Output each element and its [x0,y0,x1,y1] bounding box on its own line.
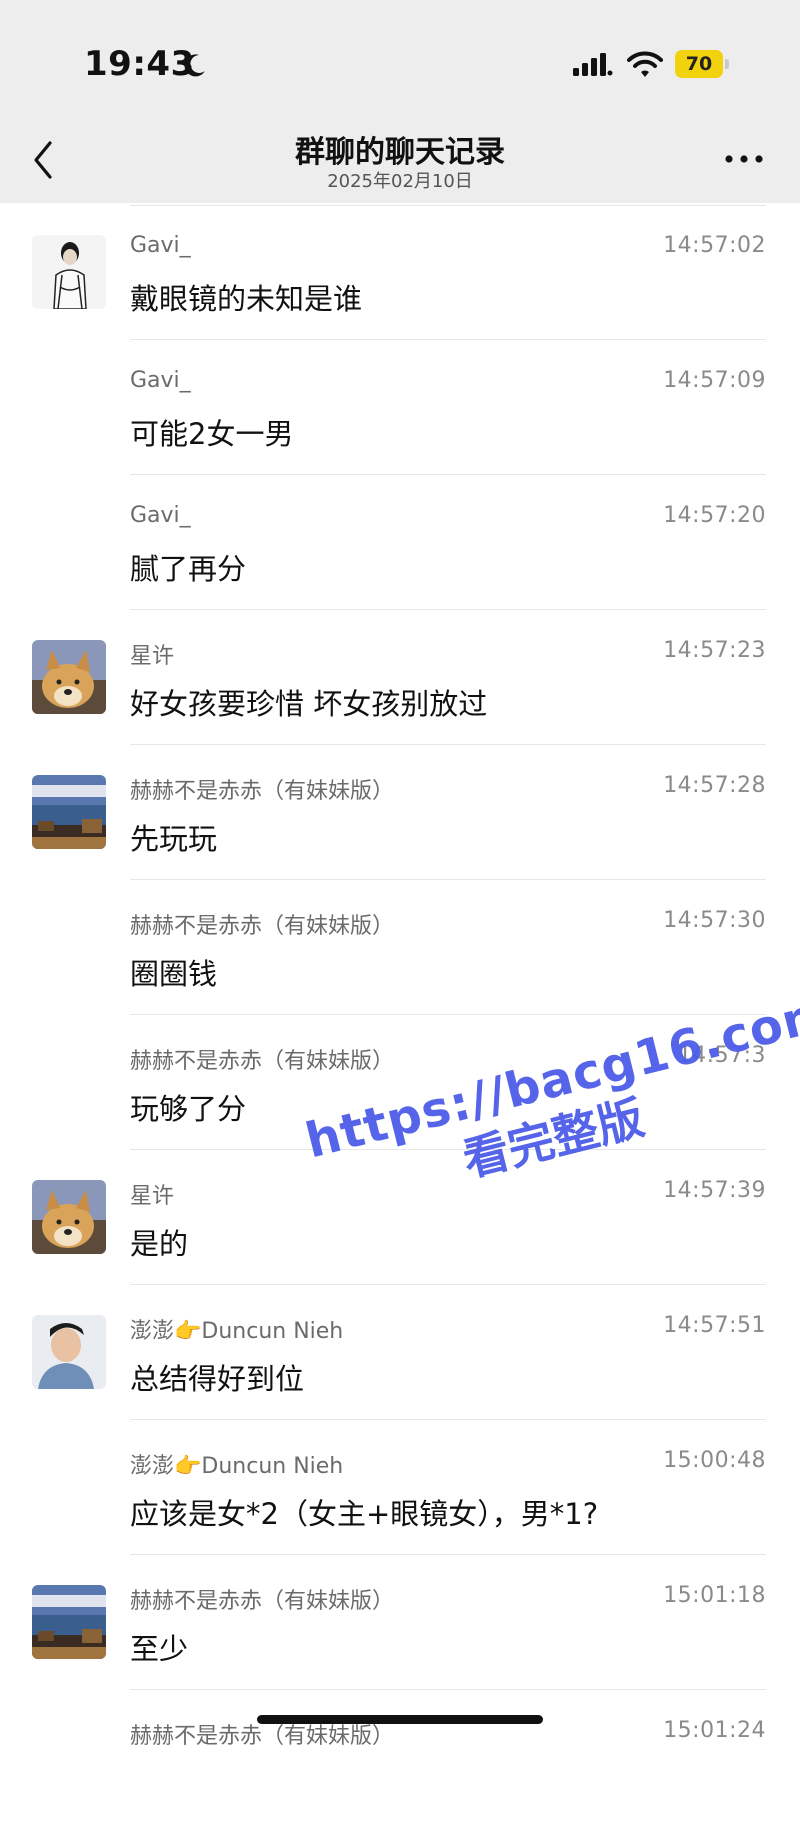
sender-name: 星许 [130,644,175,669]
avatar[interactable] [32,1585,106,1659]
divider [130,609,766,610]
moon-icon [184,54,205,77]
sender-name: 赫赫不是赤赤（有妹妹版） [130,914,395,939]
message-text: 至少 [130,1632,189,1666]
message-item[interactable]: 星许 14:57:39 是的 [0,1151,800,1285]
divider [130,474,766,475]
page-title: 群聊的聊天记录 [295,135,505,170]
message-item[interactable]: 澎澎👉Duncun Nieh 15:00:48 应该是女*2（女主+眼镜女），男… [0,1421,800,1555]
avatar[interactable] [32,235,106,309]
sender-name: 赫赫不是赤赤（有妹妹版） [130,779,395,804]
message-text: 是的 [130,1227,189,1261]
message-text: 戴眼镜的未知是谁 [130,282,363,316]
message-item[interactable]: 赫赫不是赤赤（有妹妹版） 15:01:24 [0,1691,800,1825]
message-time: 14:57:30 [663,908,766,933]
message-time: 14:57:20 [663,503,766,528]
sender-name: 赫赫不是赤赤（有妹妹版） [130,1049,395,1074]
message-time: 15:01:24 [663,1718,766,1743]
message-item[interactable]: Gavi_ 14:57:09 可能2女一男 [0,341,800,475]
message-item[interactable]: Gavi_ 14:57:02 戴眼镜的未知是谁 [0,206,800,340]
message-text: 应该是女*2（女主+眼镜女），男*1? [130,1497,599,1531]
message-item[interactable]: 澎澎👉Duncun Nieh 14:57:51 总结得好到位 [0,1286,800,1420]
sender-name: 星许 [130,1184,175,1209]
status-bar: 19:43 70 [0,0,800,125]
message-item[interactable]: 赫赫不是赤赤（有妹妹版） 15:01:18 至少 [0,1556,800,1690]
wifi-icon [627,51,663,77]
signal-icon [573,53,613,76]
divider [130,1419,766,1420]
message-time: 14:57:09 [663,368,766,393]
divider [130,879,766,880]
more-icon[interactable] [724,153,764,165]
sender-name: Gavi_ [130,233,191,258]
message-text: 总结得好到位 [130,1362,305,1396]
message-time: 14:57:39 [663,1178,766,1203]
divider [130,1149,766,1150]
message-text: 腻了再分 [130,552,247,586]
message-item[interactable]: 赫赫不是赤赤（有妹妹版） 14:57:28 先玩玩 [0,746,800,880]
message-text: 圈圈钱 [130,957,218,991]
message-text: 可能2女一男 [130,417,294,451]
message-time: 15:01:18 [663,1583,766,1608]
avatar[interactable] [32,1315,106,1389]
message-time: 14:57:3 [677,1043,766,1068]
message-text: 玩够了分 [130,1092,247,1126]
message-time: 14:57:28 [663,773,766,798]
message-item[interactable]: 赫赫不是赤赤（有妹妹版） 14:57:3 玩够了分 [0,1016,800,1150]
sender-name: 澎澎👉Duncun Nieh [130,1454,344,1479]
battery-icon: 70 [675,50,723,78]
divider [130,1554,766,1555]
nav-bar: 群聊的聊天记录 2025年02月10日 [0,125,800,203]
message-item[interactable]: Gavi_ 14:57:20 腻了再分 [0,476,800,610]
divider [130,1284,766,1285]
message-time: 15:00:48 [663,1448,766,1473]
message-time: 14:57:02 [663,233,766,258]
sender-name: Gavi_ [130,368,191,393]
page-subtitle: 2025年02月10日 [327,171,473,192]
status-time: 19:43 [84,44,195,84]
sender-name: Gavi_ [130,503,191,528]
message-time: 14:57:51 [663,1313,766,1338]
battery-cap [725,59,729,69]
divider [130,744,766,745]
avatar[interactable] [32,1180,106,1254]
message-item[interactable]: 赫赫不是赤赤（有妹妹版） 14:57:30 圈圈钱 [0,881,800,1015]
home-indicator[interactable] [257,1715,543,1724]
message-text: 先玩玩 [130,822,218,856]
avatar[interactable] [32,640,106,714]
message-text: 好女孩要珍惜 坏女孩别放过 [130,687,488,721]
avatar[interactable] [32,775,106,849]
divider [130,1689,766,1690]
message-item[interactable]: 星许 14:57:23 好女孩要珍惜 坏女孩别放过 [0,611,800,745]
sender-name: 澎澎👉Duncun Nieh [130,1319,344,1344]
divider [130,339,766,340]
sender-name: 赫赫不是赤赤（有妹妹版） [130,1589,395,1614]
divider [130,1014,766,1015]
message-time: 14:57:23 [663,638,766,663]
